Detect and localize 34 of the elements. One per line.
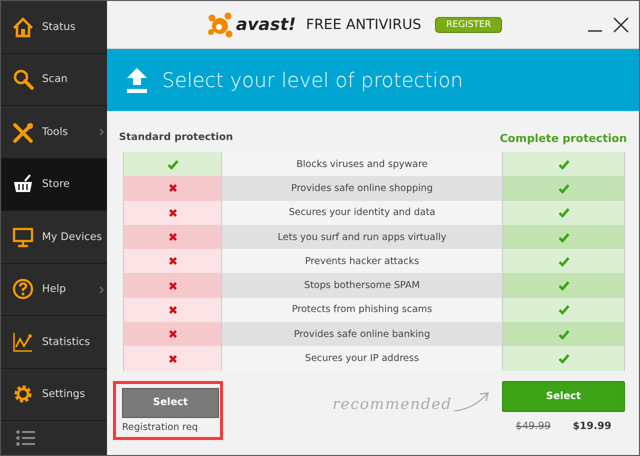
nav-label: Help bbox=[42, 283, 66, 296]
feature-label: Lets you surf and run apps virtually bbox=[222, 224, 502, 250]
upload-icon bbox=[126, 66, 148, 94]
feature-label: Provides safe online banking bbox=[222, 322, 502, 346]
help-icon bbox=[12, 278, 34, 300]
select-button[interactable]: Select bbox=[122, 388, 219, 418]
house-icon bbox=[12, 16, 34, 38]
monitor-icon bbox=[12, 226, 34, 248]
plan-title: Complete protection bbox=[500, 132, 627, 147]
old-price: $49.99 bbox=[516, 420, 551, 432]
nav-label: Statistics bbox=[42, 336, 90, 348]
nav-label: My Devices bbox=[42, 230, 102, 243]
nav-label: Tools bbox=[42, 126, 68, 138]
sidebar-item[interactable]: Store bbox=[1, 158, 107, 211]
feature-label: Stops bothersome SPAM bbox=[222, 273, 502, 298]
logo-icon bbox=[207, 12, 233, 38]
price: $19.99 bbox=[572, 420, 612, 432]
brand-name: avast! bbox=[236, 14, 296, 34]
registration-note: Registration req bbox=[122, 422, 198, 433]
nav-label: Scan bbox=[42, 73, 68, 86]
nav-label: Status bbox=[42, 20, 76, 33]
product-name: FREE ANTIVIRUS bbox=[306, 16, 422, 32]
banner-title: Select your level of protection bbox=[162, 68, 464, 92]
search-icon bbox=[12, 68, 34, 90]
close-icon[interactable] bbox=[613, 16, 629, 32]
feature-label: Provides safe online shopping bbox=[222, 176, 502, 201]
nav-label: Settings bbox=[42, 388, 86, 400]
plan-title: Standard protection bbox=[119, 132, 233, 145]
list-icon[interactable] bbox=[16, 430, 36, 446]
recommended-label: recommended bbox=[332, 394, 452, 413]
nav-label: Store bbox=[42, 178, 70, 190]
settings-icon bbox=[12, 383, 34, 406]
tools-icon bbox=[12, 120, 34, 143]
chart-icon bbox=[12, 330, 34, 353]
